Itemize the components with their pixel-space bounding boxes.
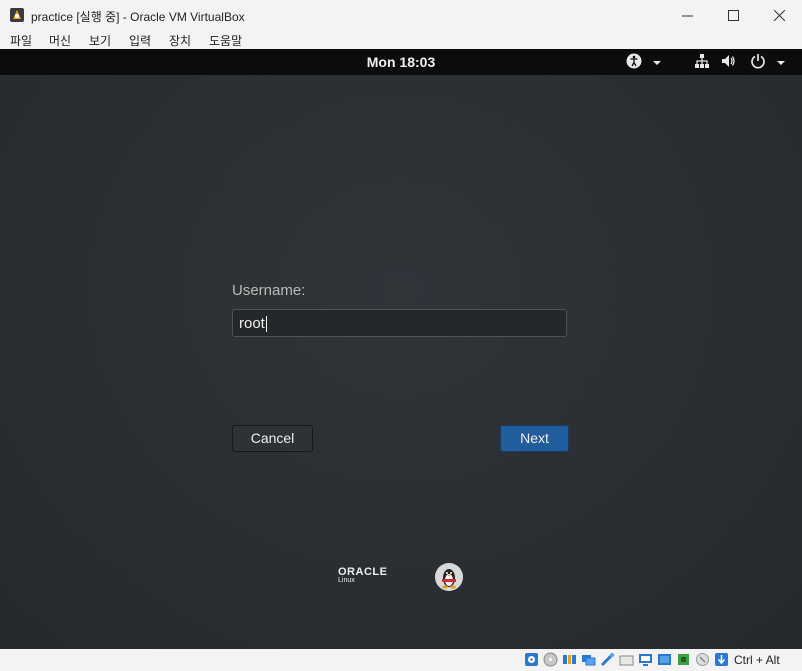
power-menu[interactable] [750, 53, 766, 72]
volume-status[interactable] [720, 53, 736, 72]
shared-folder-icon[interactable] [619, 652, 634, 667]
close-button[interactable] [756, 0, 802, 30]
accessibility-dropdown[interactable] [652, 55, 662, 71]
power-dropdown[interactable] [776, 55, 786, 71]
menu-file[interactable]: 파일 [10, 32, 32, 49]
network-icon [695, 54, 709, 68]
cancel-button[interactable]: Cancel [232, 425, 313, 452]
maximize-icon [727, 9, 739, 21]
chevron-down-icon [777, 61, 785, 65]
minimize-icon [681, 15, 693, 16]
usb-icon[interactable] [600, 652, 615, 667]
network-status[interactable] [694, 53, 710, 72]
accessibility-menu[interactable] [626, 53, 642, 72]
gnome-top-bar: Mon 18:03 [0, 49, 802, 75]
close-icon [773, 9, 785, 21]
power-icon [751, 54, 765, 69]
network-adapter-icon[interactable] [581, 652, 596, 667]
username-label: Username: [232, 282, 306, 299]
window-title: practice [실행 중] - Oracle VM VirtualBox [31, 10, 245, 24]
mouse-integration-icon[interactable] [695, 652, 710, 667]
host-key-label: Ctrl + Alt [734, 653, 780, 667]
status-bar: Ctrl + Alt [0, 649, 802, 671]
video-capture-icon[interactable] [657, 652, 672, 667]
volume-icon [722, 55, 735, 67]
maximize-button[interactable] [710, 0, 756, 30]
cpu-icon[interactable] [676, 652, 691, 667]
username-value: root [239, 315, 265, 332]
oracle-linux-logo: ORACLE Linux [338, 566, 387, 584]
linux-wordmark: Linux [338, 577, 355, 584]
username-input[interactable]: root [232, 309, 567, 337]
menu-bar: 파일 머신 보기 입력 장치 도움말 [0, 30, 802, 49]
next-button[interactable]: Next [500, 425, 569, 452]
menu-help[interactable]: 도움말 [209, 32, 242, 49]
tux-icon [435, 563, 463, 591]
hard-disk-icon[interactable] [524, 652, 539, 667]
display-icon[interactable] [638, 652, 653, 667]
keyboard-capture-icon[interactable] [714, 652, 729, 667]
virtualbox-app-icon [10, 8, 24, 22]
text-caret [265, 316, 267, 333]
window-titlebar[interactable]: practice [실행 중] - Oracle VM VirtualBox [0, 0, 802, 30]
optical-drive-icon[interactable] [543, 652, 558, 667]
vm-display[interactable]: Mon 18:03 Username: root Cancel Next ORA… [0, 49, 802, 649]
chevron-down-icon [653, 61, 661, 65]
menu-machine[interactable]: 머신 [49, 32, 71, 49]
clock[interactable]: Mon 18:03 [0, 54, 802, 70]
menu-input[interactable]: 입력 [129, 32, 151, 49]
menu-view[interactable]: 보기 [89, 32, 111, 49]
audio-icon[interactable] [562, 652, 577, 667]
minimize-button[interactable] [664, 0, 710, 30]
accessibility-icon [626, 53, 642, 69]
menu-devices[interactable]: 장치 [169, 32, 191, 49]
